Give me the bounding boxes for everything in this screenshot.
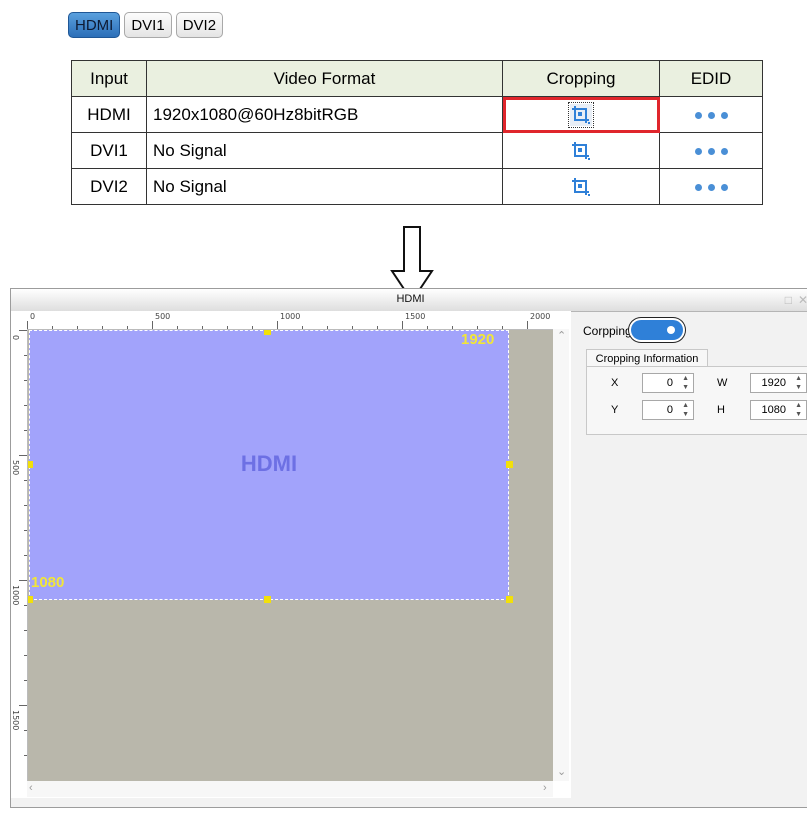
spin-arrows-icon[interactable]: ▲ ▼ (682, 374, 689, 392)
table-row: DVI2 No Signal (71, 168, 763, 205)
row-input: DVI2 (71, 168, 147, 205)
ruler-corner (11, 311, 27, 329)
width-label: 1920 (461, 331, 495, 348)
w-value: 1920 (761, 377, 786, 389)
more-dots-icon[interactable] (694, 147, 728, 155)
cropping-toggle[interactable] (631, 320, 683, 340)
row-cropping-cell (502, 96, 660, 133)
resize-handle-right[interactable] (506, 461, 513, 468)
maximize-icon[interactable]: □ (785, 293, 792, 307)
x-spinbox[interactable]: 0 ▲ ▼ (642, 373, 694, 393)
row-format: 1920x1080@60Hz8bitRGB (146, 96, 503, 133)
h-value: 1080 (761, 404, 786, 416)
tab-dvi1[interactable]: DVI1 (124, 12, 172, 38)
canvas-area: 0 500 1000 1500 2000 0 500 1000 1500 HDM… (11, 311, 571, 798)
header-video-format: Video Format (146, 60, 503, 97)
ruler-top-label: 1000 (280, 312, 301, 321)
more-dots-icon[interactable] (694, 183, 728, 191)
close-icon[interactable]: ✕ (798, 293, 807, 307)
resize-handle-top[interactable] (264, 330, 271, 335)
window-titlebar: HDMI □ ✕ (11, 289, 807, 312)
scroll-down-icon[interactable]: ⌄ (557, 765, 566, 778)
table-header-row: Input Video Format Cropping EDID (71, 60, 763, 97)
ruler-top-label: 2000 (530, 312, 551, 321)
h-spinbox[interactable]: 1080 ▲ ▼ (750, 400, 807, 420)
input-table: Input Video Format Cropping EDID HDMI 19… (71, 60, 763, 205)
crop-canvas[interactable]: HDMI 1920 1080 (28, 330, 553, 781)
row-edid-cell (659, 168, 763, 205)
header-input: Input (71, 60, 147, 97)
row-format: No Signal (146, 168, 503, 205)
horizontal-scrollbar[interactable]: ‹ › (27, 781, 553, 797)
vertical-scrollbar[interactable]: ⌃ ⌄ (553, 329, 569, 781)
x-label: X (611, 377, 619, 389)
row-edid-cell (659, 132, 763, 169)
row-cropping-cell (502, 132, 660, 169)
w-label: W (717, 377, 728, 389)
ruler-top-label: 0 (30, 312, 36, 321)
y-value: 0 (666, 404, 673, 416)
resize-handle-bottom-right[interactable] (506, 596, 513, 603)
ruler-left-label: 500 (11, 460, 20, 476)
resize-handle-left[interactable] (28, 461, 33, 468)
ruler-left-label: 1000 (11, 585, 20, 606)
spin-arrows-icon[interactable]: ▲ ▼ (682, 401, 689, 419)
crop-icon[interactable] (568, 101, 594, 128)
scroll-left-icon[interactable]: ‹ (29, 782, 33, 794)
input-tabs: HDMI DVI1 DVI2 (68, 12, 224, 38)
row-cropping-cell (502, 168, 660, 205)
window-title: HDMI (396, 293, 425, 305)
resize-handle-bottom-left[interactable] (28, 596, 33, 603)
cropping-info-panel: X 0 ▲ ▼ W 1920 ▲ ▼ Y 0 ▲ ▼ H 1080 ▲ ▼ (586, 366, 807, 435)
ruler-left-label: 1500 (11, 710, 20, 731)
source-region[interactable]: HDMI (29, 330, 509, 600)
row-input: HDMI (71, 96, 147, 133)
y-label: Y (611, 404, 619, 416)
row-edid-cell (659, 96, 763, 133)
x-value: 0 (666, 377, 673, 389)
cropping-toggle-label: Corpping (583, 324, 632, 338)
resize-handle-bottom[interactable] (264, 596, 271, 603)
header-cropping: Cropping (502, 60, 660, 97)
scroll-right-icon[interactable]: › (543, 782, 547, 794)
crop-icon[interactable] (570, 176, 592, 198)
row-format: No Signal (146, 132, 503, 169)
height-label: 1080 (31, 574, 65, 591)
table-row: DVI1 No Signal (71, 132, 763, 169)
spin-arrows-icon[interactable]: ▲ ▼ (795, 401, 802, 419)
h-label: H (717, 404, 725, 416)
more-dots-icon[interactable] (694, 111, 728, 119)
ruler-top: 0 500 1000 1500 2000 (27, 311, 553, 330)
row-input: DVI1 (71, 132, 147, 169)
scroll-up-icon[interactable]: ⌃ (557, 329, 566, 342)
source-label: HDMI (240, 451, 298, 476)
tab-hdmi[interactable]: HDMI (68, 12, 121, 38)
ruler-left-label: 0 (11, 335, 20, 341)
ruler-top-label: 500 (155, 312, 171, 321)
ruler-top-label: 1500 (405, 312, 426, 321)
tab-dvi2[interactable]: DVI2 (175, 12, 224, 38)
crop-icon[interactable] (570, 140, 592, 162)
tab-cropping-information[interactable]: Cropping Information (586, 349, 708, 367)
spin-arrows-icon[interactable]: ▲ ▼ (795, 374, 802, 392)
ruler-left: 0 500 1000 1500 (11, 329, 28, 781)
y-spinbox[interactable]: 0 ▲ ▼ (642, 400, 694, 420)
table-row: HDMI 1920x1080@60Hz8bitRGB (71, 96, 763, 133)
toggle-knob (667, 326, 675, 334)
w-spinbox[interactable]: 1920 ▲ ▼ (750, 373, 807, 393)
header-edid: EDID (659, 60, 763, 97)
